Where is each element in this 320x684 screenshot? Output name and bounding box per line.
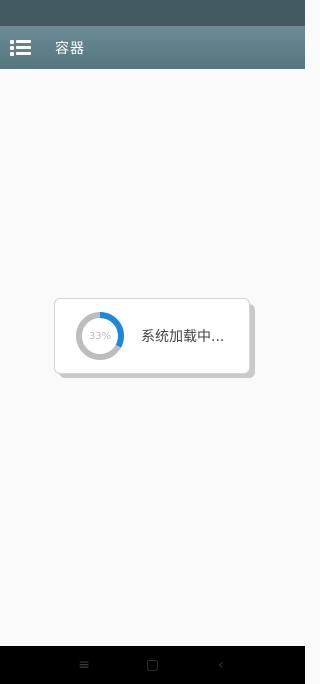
home-icon[interactable]: ▢ [140,657,164,673]
loading-message: 系统加载中... [141,329,225,345]
loading-dialog: 33% 系统加载中... [54,298,250,374]
recent-apps-icon[interactable]: ≡ [72,657,96,673]
back-icon[interactable]: ‹ [209,657,233,673]
page-title: 容器 [55,40,85,57]
progress-ring: 33% [74,310,126,362]
app-bar: 容器 [0,26,305,69]
progress-percent-label: 33% [88,330,112,342]
system-nav-bar: ≡ ▢ ‹ [0,646,305,684]
list-menu-icon[interactable] [10,39,32,56]
status-bar [0,0,305,26]
